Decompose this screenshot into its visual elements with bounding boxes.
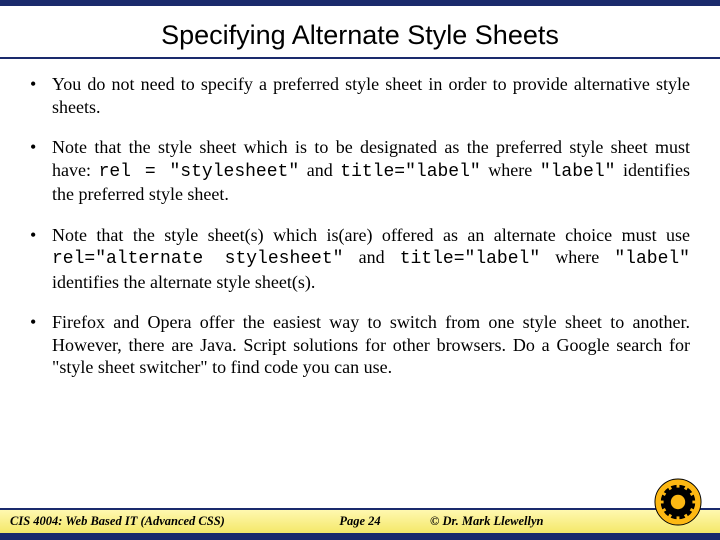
bullet-dot: • [30,73,52,118]
bullet-dot: • [30,311,52,379]
footer-bar: CIS 4004: Web Based IT (Advanced CSS) Pa… [0,510,720,533]
bullet-3: • Note that the style sheet(s) which is(… [30,224,690,294]
bullet-text: Firefox and Opera offer the easiest way … [52,311,690,379]
bullet-text: Note that the style sheet which is to be… [52,136,690,206]
bullet-text: You do not need to specify a preferred s… [52,73,690,118]
footer-page: Page 24 [339,514,380,529]
bullet-dot: • [30,224,52,294]
slide-title: Specifying Alternate Style Sheets [0,6,720,57]
footer-author: © Dr. Mark Llewellyn [430,514,544,529]
bullet-1: • You do not need to specify a preferred… [30,73,690,118]
content-area: • You do not need to specify a preferred… [0,59,720,379]
bottom-border [0,533,720,540]
bullet-4: • Firefox and Opera offer the easiest wa… [30,311,690,379]
bullet-dot: • [30,136,52,206]
bullet-text: Note that the style sheet(s) which is(ar… [52,224,690,294]
footer-course: CIS 4004: Web Based IT (Advanced CSS) [10,514,225,529]
ucf-logo-icon [654,478,702,526]
bullet-2: • Note that the style sheet which is to … [30,136,690,206]
